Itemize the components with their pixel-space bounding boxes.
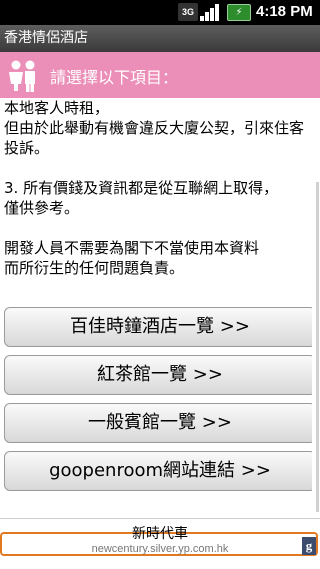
ad-badge-icon[interactable]: g [302, 537, 316, 555]
disclaimer-paragraph-3: 開發人員不需要為閣下不當使用本資料 而所衍生的任何問題負責。 [4, 239, 260, 277]
content-area[interactable]: 本地客人時租， 但由於此舉動有機會違反大廈公契，引來住客投訴。 3. 所有價錢及… [0, 98, 312, 518]
bakkai-hotel-list-button[interactable]: 百佳時鐘酒店一覽 >> [4, 307, 312, 347]
ad-title[interactable]: 新時代車 [0, 523, 320, 543]
header-prompt: 請選擇以下項目： [50, 68, 179, 87]
header-banner: 請選擇以下項目： [0, 52, 320, 98]
signal-icon [200, 3, 222, 21]
ad-banner[interactable]: 新時代車 newcentury.silver.yp.com.hk g [0, 518, 320, 569]
ad-url[interactable]: newcentury.silver.yp.com.hk [0, 543, 320, 555]
app-title: 香港情侶酒店 [0, 25, 320, 52]
couple-icon [9, 60, 35, 92]
disclaimer-paragraph-2: 3. 所有價錢及資訊都是從互聯網上取得， 僅供參考。 [4, 179, 279, 217]
goopenroom-link-button[interactable]: goopenroom網站連結 >> [4, 451, 312, 491]
disclaimer-paragraph-1: 本地客人時租， 但由於此舉動有機會違反大廈公契，引來住客投訴。 [4, 99, 305, 157]
status-bar: 3G ⚡ 4:18 PM [0, 0, 320, 25]
tea-house-list-button[interactable]: 紅茶館一覽 >> [4, 355, 312, 395]
scrollbar[interactable] [316, 182, 319, 512]
guesthouse-list-button[interactable]: 一般賓館一覽 >> [4, 403, 312, 443]
network-3g-icon: 3G [178, 3, 198, 21]
status-time: 4:18 PM [256, 3, 313, 20]
battery-icon: ⚡ [227, 4, 251, 21]
